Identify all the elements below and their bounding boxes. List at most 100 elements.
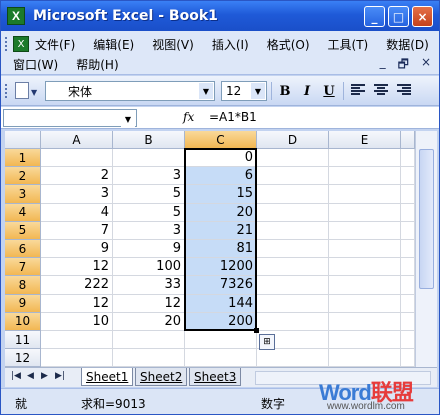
font-name-select[interactable]: 宋体 ▼: [45, 81, 215, 101]
menu-data[interactable]: 数据(D): [386, 36, 429, 53]
maximize-button[interactable]: □: [388, 6, 409, 27]
cell-d9[interactable]: [257, 294, 329, 313]
cell-e1[interactable]: [329, 149, 401, 168]
column-header-d[interactable]: D: [257, 131, 329, 149]
menu-format[interactable]: 格式(O): [267, 36, 310, 53]
cell-c7[interactable]: 1200: [185, 258, 257, 277]
cell-d6[interactable]: [257, 240, 329, 259]
cell-c4[interactable]: 20: [185, 203, 257, 222]
cell-c11[interactable]: [185, 331, 257, 350]
column-header-a[interactable]: A: [41, 131, 113, 149]
cell-d7[interactable]: [257, 258, 329, 277]
menu-window[interactable]: 窗口(W): [13, 56, 58, 73]
menu-help[interactable]: 帮助(H): [76, 56, 118, 73]
cell-b7[interactable]: 100: [113, 258, 185, 277]
italic-button[interactable]: I: [297, 82, 317, 100]
align-center-icon[interactable]: [374, 84, 388, 96]
workbook-minimize-button[interactable]: _: [380, 55, 386, 76]
last-sheet-icon[interactable]: ▶|: [55, 371, 65, 381]
cell-f7[interactable]: [401, 258, 415, 277]
chevron-down-icon[interactable]: ▼: [251, 83, 265, 99]
chevron-down-icon[interactable]: ▼: [199, 83, 213, 99]
cell-a1[interactable]: [41, 149, 113, 168]
align-left-icon[interactable]: [351, 84, 365, 96]
fill-handle[interactable]: [254, 328, 259, 333]
name-box[interactable]: ▼: [3, 109, 137, 127]
cell-b9[interactable]: 12: [113, 294, 185, 313]
cell-b1[interactable]: [113, 149, 185, 168]
cell-c2[interactable]: 6: [185, 167, 257, 186]
row-header-11[interactable]: 11: [5, 331, 41, 350]
cell-c10[interactable]: 200: [185, 312, 257, 331]
sheet-tab-3[interactable]: Sheet3: [189, 368, 242, 386]
cell-e7[interactable]: [329, 258, 401, 277]
menu-grip-handle[interactable]: [5, 37, 8, 51]
menu-insert[interactable]: 插入(I): [212, 36, 249, 53]
cell-e9[interactable]: [329, 294, 401, 313]
row-header-8[interactable]: 8: [5, 276, 41, 295]
cell-e6[interactable]: [329, 240, 401, 259]
excel-icon[interactable]: X: [7, 7, 25, 25]
row-header-9[interactable]: 9: [5, 294, 41, 313]
cell-e8[interactable]: [329, 276, 401, 295]
worksheet-grid[interactable]: A B C D E 1 0 2 2 3 6 3 3 5 15 4 4 5 20 5 7 3 21 6 9 9 81 7 12 100 120…: [5, 131, 415, 368]
cell-b2[interactable]: 3: [113, 167, 185, 186]
cell-f1[interactable]: [401, 149, 415, 168]
row-header-7[interactable]: 7: [5, 258, 41, 277]
sheet-tab-2[interactable]: Sheet2: [135, 368, 188, 386]
row-header-10[interactable]: 10: [5, 312, 41, 331]
cell-b12[interactable]: [113, 349, 185, 368]
cell-b10[interactable]: 20: [113, 312, 185, 331]
workbook-close-button[interactable]: ×: [421, 55, 431, 76]
workbook-restore-button[interactable]: 🗗: [398, 55, 409, 76]
cell-e11[interactable]: [329, 331, 401, 350]
select-all-corner[interactable]: [5, 131, 41, 149]
row-header-3[interactable]: 3: [5, 185, 41, 204]
cell-a10[interactable]: 10: [41, 312, 113, 331]
row-header-1[interactable]: 1: [5, 149, 41, 168]
cell-f9[interactable]: [401, 294, 415, 313]
row-header-2[interactable]: 2: [5, 167, 41, 186]
toolbar-options-icon[interactable]: ▼: [31, 88, 37, 97]
cell-e3[interactable]: [329, 185, 401, 204]
insert-function-icon[interactable]: fx: [183, 110, 194, 124]
column-header-f[interactable]: [401, 131, 415, 149]
cell-a11[interactable]: [41, 331, 113, 350]
row-header-5[interactable]: 5: [5, 221, 41, 240]
menu-file[interactable]: 文件(F): [35, 36, 75, 53]
cell-f5[interactable]: [401, 221, 415, 240]
cell-d12[interactable]: [257, 349, 329, 368]
row-header-4[interactable]: 4: [5, 203, 41, 222]
first-sheet-icon[interactable]: |◀: [11, 371, 21, 381]
cell-c12[interactable]: [185, 349, 257, 368]
cell-f12[interactable]: [401, 349, 415, 368]
cell-b4[interactable]: 5: [113, 203, 185, 222]
menu-tools[interactable]: 工具(T): [328, 36, 369, 53]
minimize-button[interactable]: _: [364, 6, 385, 27]
cell-e10[interactable]: [329, 312, 401, 331]
row-header-12[interactable]: 12: [5, 349, 41, 368]
cell-a7[interactable]: 12: [41, 258, 113, 277]
cell-b11[interactable]: [113, 331, 185, 350]
close-button[interactable]: ×: [412, 6, 433, 27]
cell-a2[interactable]: 2: [41, 167, 113, 186]
underline-button[interactable]: U: [319, 82, 339, 100]
row-header-6[interactable]: 6: [5, 240, 41, 259]
cell-c8[interactable]: 7326: [185, 276, 257, 295]
cell-e4[interactable]: [329, 203, 401, 222]
cell-b8[interactable]: 33: [113, 276, 185, 295]
cell-c5[interactable]: 21: [185, 221, 257, 240]
cell-a6[interactable]: 9: [41, 240, 113, 259]
cell-b5[interactable]: 3: [113, 221, 185, 240]
bold-button[interactable]: B: [275, 82, 295, 100]
cell-a12[interactable]: [41, 349, 113, 368]
cell-f2[interactable]: [401, 167, 415, 186]
new-document-icon[interactable]: [15, 82, 29, 99]
vertical-scrollbar[interactable]: [415, 131, 437, 367]
cell-d10[interactable]: [257, 312, 329, 331]
cell-e12[interactable]: [329, 349, 401, 368]
vertical-scroll-thumb[interactable]: [419, 149, 434, 289]
cell-c9[interactable]: 144: [185, 294, 257, 313]
sheet-tab-1[interactable]: Sheet1: [81, 368, 134, 386]
cell-d8[interactable]: [257, 276, 329, 295]
